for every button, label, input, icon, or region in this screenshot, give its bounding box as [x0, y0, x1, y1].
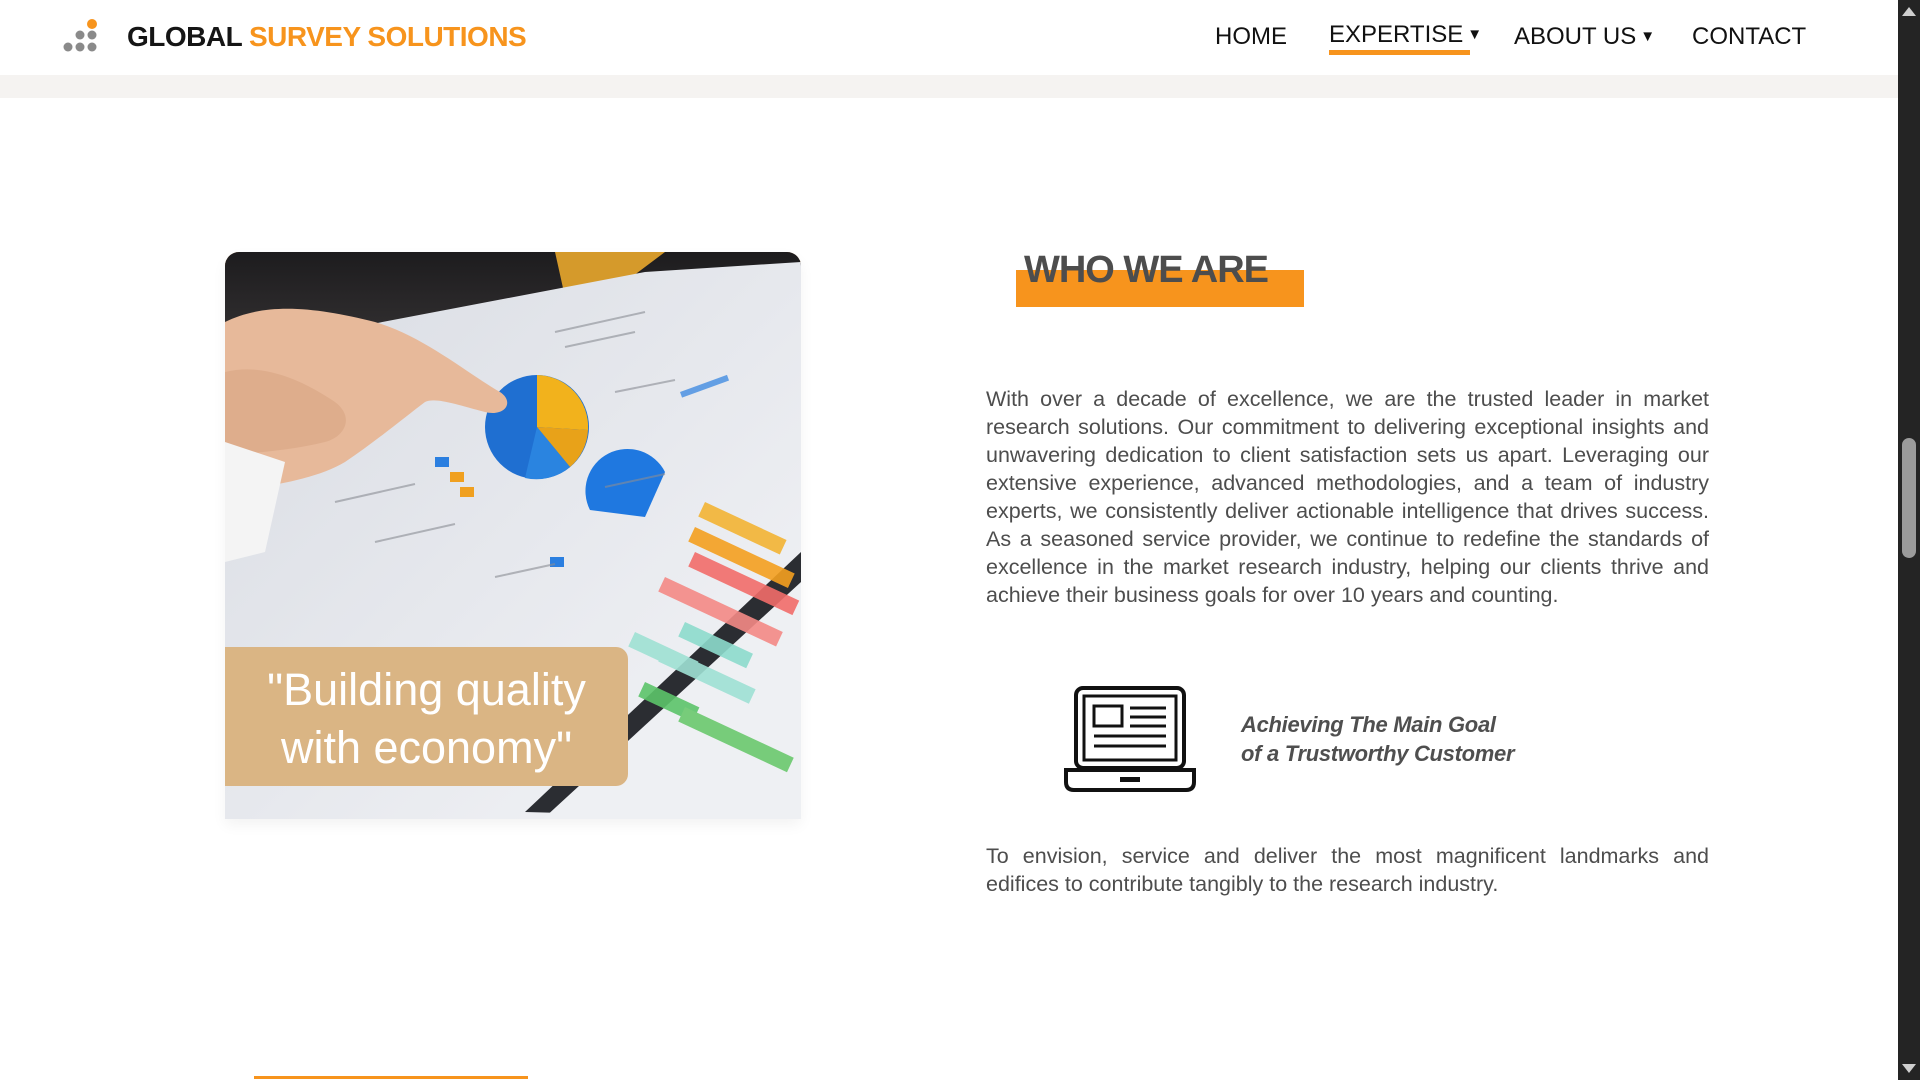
goal-tagline: Achieving The Main Goal of a Trustworthy…	[1241, 710, 1515, 768]
nav-home[interactable]: HOME	[1215, 23, 1287, 51]
dots-logo-icon[interactable]	[58, 18, 102, 58]
nav-about-label: ABOUT US	[1514, 23, 1637, 50]
quote-line-1: "Building quality	[267, 664, 586, 715]
header-divider-strip	[0, 75, 1898, 98]
quote-line-2: with economy"	[280, 722, 573, 773]
site-header: GLOBAL SURVEY SOLUTIONS HOME EXPERTISE ▼ …	[0, 0, 1898, 75]
scroll-down-arrow-icon[interactable]	[1902, 1064, 1916, 1073]
next-section-accent-line	[254, 1076, 528, 1079]
brand-name-part1: GLOBAL	[127, 21, 242, 52]
brand-name[interactable]: GLOBAL SURVEY SOLUTIONS	[127, 21, 527, 53]
scroll-up-arrow-icon[interactable]	[1902, 7, 1916, 16]
nav-home-label: HOME	[1215, 23, 1287, 50]
nav-contact[interactable]: CONTACT	[1692, 23, 1806, 51]
goal-line-1: Achieving The Main Goal	[1241, 712, 1496, 737]
nav-expertise[interactable]: EXPERTISE ▼	[1329, 21, 1482, 49]
section-title: WHO WE ARE	[1024, 249, 1269, 291]
goal-line-2: of a Trustworthy Customer	[1241, 741, 1515, 766]
quote-text: "Building quality with economy"	[225, 661, 628, 777]
quote-banner: "Building quality with economy"	[225, 647, 628, 786]
page-scrollbar[interactable]	[1898, 0, 1920, 1080]
nav-active-underline	[1329, 50, 1470, 55]
mission-paragraph: To envision, service and deliver the mos…	[986, 844, 1709, 896]
nav-expertise-label: EXPERTISE	[1329, 21, 1464, 48]
scrollbar-thumb[interactable]	[1902, 438, 1916, 558]
brand-name-part2: SURVEY SOLUTIONS	[248, 21, 527, 52]
about-paragraph: With over a decade of excellence, we are…	[986, 387, 1709, 607]
nav-contact-label: CONTACT	[1692, 23, 1807, 50]
nav-about-us[interactable]: ABOUT US ▼	[1514, 23, 1655, 51]
laptop-icon	[1064, 686, 1196, 792]
caret-down-icon: ▼	[1467, 26, 1483, 43]
caret-down-icon: ▼	[1640, 28, 1656, 45]
